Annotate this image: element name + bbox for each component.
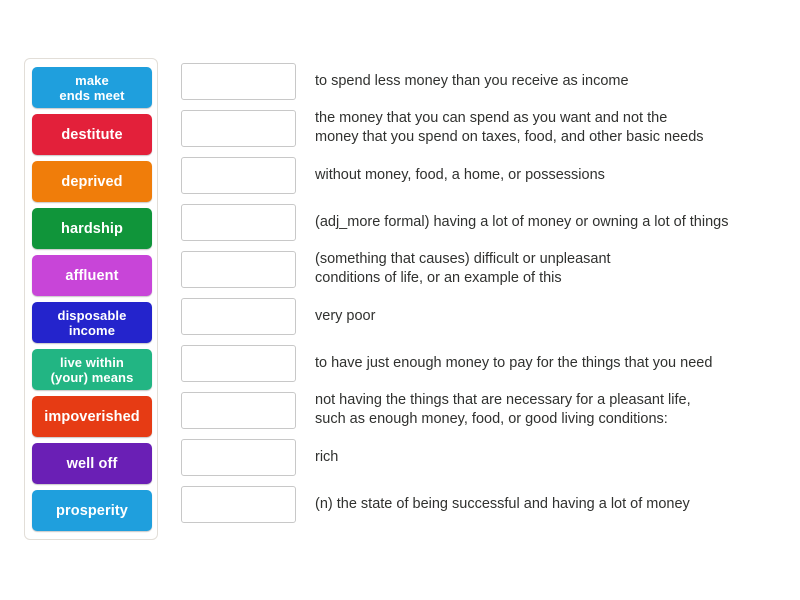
answer-drop-box[interactable] bbox=[181, 344, 296, 382]
word-tile-label-line2: (your) means bbox=[50, 369, 134, 385]
word-tile[interactable]: affluent bbox=[32, 255, 152, 296]
definition-line: money that you spend on taxes, food, and… bbox=[315, 129, 704, 145]
definition-text: the money that you can spend as you want… bbox=[315, 109, 704, 147]
answer-drop-box[interactable] bbox=[181, 391, 296, 429]
word-tile[interactable]: destitute bbox=[32, 114, 152, 155]
word-tile-label-wrap: live within (your) means bbox=[51, 355, 134, 385]
match-row: rich bbox=[181, 434, 781, 480]
match-row: the money that you can spend as you want… bbox=[181, 105, 781, 151]
definition-text: to have just enough money to pay for the… bbox=[315, 354, 712, 373]
word-tile[interactable]: prosperity bbox=[32, 490, 152, 531]
match-row: without money, food, a home, or possessi… bbox=[181, 152, 781, 198]
match-row: (adj_more formal) having a lot of money … bbox=[181, 199, 781, 245]
word-tile-label-line2: ends meet bbox=[59, 87, 125, 103]
definition-line: to spend less money than you receive as … bbox=[315, 72, 629, 89]
match-row: (something that causes) difficult or unp… bbox=[181, 246, 781, 292]
word-tile-label: impoverished bbox=[44, 408, 140, 425]
word-tile[interactable]: make ends meet bbox=[32, 67, 152, 108]
definition-text: very poor bbox=[315, 307, 375, 326]
word-tile-label-wrap: make ends meet bbox=[59, 73, 124, 103]
word-tiles-panel: make ends meet destitute deprived hardship af… bbox=[24, 58, 158, 540]
definition-line: not having the things that are necessary… bbox=[315, 392, 691, 408]
definition-line: conditions of life, or an example of thi… bbox=[315, 270, 562, 286]
definition-text: (adj_more formal) having a lot of money … bbox=[315, 213, 728, 232]
answer-drop-box[interactable] bbox=[181, 156, 296, 194]
definition-line: (something that causes) difficult or unp… bbox=[315, 251, 611, 267]
word-tile-label: destitute bbox=[61, 126, 123, 143]
definition-text: not having the things that are necessary… bbox=[315, 391, 691, 429]
word-tile-label: live within bbox=[60, 354, 124, 370]
word-tile-label: well off bbox=[66, 455, 118, 472]
answer-drop-box[interactable] bbox=[181, 62, 296, 100]
match-row: very poor bbox=[181, 293, 781, 339]
match-up-activity: make ends meet destitute deprived hardship af… bbox=[0, 0, 800, 600]
word-tile[interactable]: hardship bbox=[32, 208, 152, 249]
word-tile-label: disposable bbox=[57, 307, 127, 323]
definition-line: very poor bbox=[315, 307, 376, 324]
definition-text: (n) the state of being successful and ha… bbox=[315, 495, 690, 514]
match-row: to spend less money than you receive as … bbox=[181, 58, 781, 104]
definition-text: without money, food, a home, or possessi… bbox=[315, 166, 605, 185]
word-tile-label: make bbox=[75, 72, 109, 88]
definition-text: to spend less money than you receive as … bbox=[315, 72, 629, 91]
word-tile[interactable]: impoverished bbox=[32, 396, 152, 437]
answer-drop-box[interactable] bbox=[181, 297, 296, 335]
definition-line: the money that you can spend as you want… bbox=[315, 110, 668, 126]
definition-line: without money, food, a home, or possessi… bbox=[315, 166, 605, 183]
definition-line: (n) the state of being successful and ha… bbox=[315, 495, 690, 512]
definition-text: (something that causes) difficult or unp… bbox=[315, 250, 611, 288]
word-tile[interactable]: deprived bbox=[32, 161, 152, 202]
answer-drop-box[interactable] bbox=[181, 203, 296, 241]
answer-drop-box[interactable] bbox=[181, 250, 296, 288]
word-tile[interactable]: well off bbox=[32, 443, 152, 484]
answer-drop-box[interactable] bbox=[181, 109, 296, 147]
definition-line: rich bbox=[315, 448, 339, 465]
definition-line: (adj_more formal) having a lot of money … bbox=[315, 213, 729, 230]
definition-line: to have just enough money to pay for the… bbox=[315, 354, 713, 371]
answer-drop-box[interactable] bbox=[181, 438, 296, 476]
word-tile[interactable]: live within (your) means bbox=[32, 349, 152, 390]
word-tile-label-line2: income bbox=[68, 322, 116, 338]
match-row: (n) the state of being successful and ha… bbox=[181, 481, 781, 527]
match-row: to have just enough money to pay for the… bbox=[181, 340, 781, 386]
word-tile-label: hardship bbox=[60, 220, 124, 237]
word-tile-label: prosperity bbox=[56, 502, 128, 519]
definition-line: such as enough money, food, or good livi… bbox=[315, 411, 668, 427]
word-tile[interactable]: disposable income bbox=[32, 302, 152, 343]
word-tile-label: affluent bbox=[65, 267, 119, 284]
definition-text: rich bbox=[315, 448, 338, 467]
word-tile-label-wrap: disposable income bbox=[58, 308, 127, 338]
match-row: not having the things that are necessary… bbox=[181, 387, 781, 433]
match-rows-area: to spend less money than you receive as … bbox=[181, 58, 781, 528]
word-tile-label: deprived bbox=[61, 173, 123, 190]
answer-drop-box[interactable] bbox=[181, 485, 296, 523]
